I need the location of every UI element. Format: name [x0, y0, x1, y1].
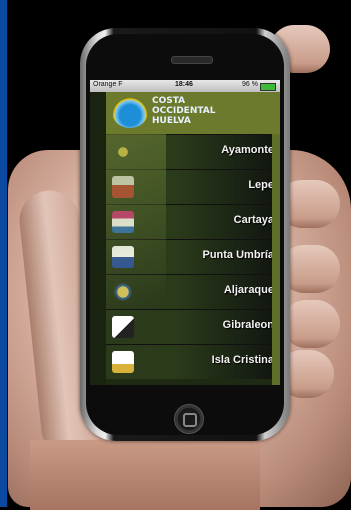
right-rail	[272, 134, 280, 385]
coat-of-arms-gibraleon-icon	[112, 316, 134, 338]
town-item-ayamonte[interactable]: Ayamonte	[106, 134, 280, 169]
coat-of-arms-punta-umbria-icon	[112, 246, 134, 268]
town-item-aljaraque[interactable]: Aljaraque	[106, 274, 280, 309]
sidebar	[90, 92, 106, 385]
town-item-lepe[interactable]: Lepe	[106, 169, 280, 204]
clock: 18:46	[175, 81, 193, 88]
logo-line-3: HUELVA	[152, 116, 191, 126]
town-label: Cartaya	[233, 214, 274, 226]
town-label: Punta Umbría	[202, 249, 274, 261]
town-label: Lepe	[248, 179, 274, 191]
app-view: COSTA OCCIDENTAL HUELVA Ayamonte Lepe Ca…	[90, 92, 280, 385]
town-label: Isla Cristina	[211, 354, 274, 366]
coat-of-arms-isla-cristina-icon	[112, 351, 134, 373]
coat-of-arms-ayamonte-icon	[112, 141, 134, 163]
coat-of-arms-aljaraque-icon	[112, 281, 134, 303]
status-bar: Orange F 18:46 96 %	[90, 80, 280, 92]
town-label: Aljaraque	[223, 284, 274, 296]
wrist	[30, 440, 260, 510]
logo-line-1: COSTA	[152, 96, 186, 106]
town-item-cartaya[interactable]: Cartaya	[106, 204, 280, 239]
coat-of-arms-lepe-icon	[112, 176, 134, 198]
speaker-grille	[171, 56, 213, 64]
home-square-icon	[183, 413, 197, 427]
carrier-label: Orange F	[93, 81, 123, 88]
town-label: Gibraleon	[222, 319, 274, 331]
town-item-isla-cristina[interactable]: Isla Cristina	[106, 344, 280, 379]
battery-percent: 96 %	[242, 81, 258, 88]
home-button[interactable]	[174, 404, 204, 434]
phone-screen: Orange F 18:46 96 % COSTA OCCIDENTAL HUE…	[90, 80, 280, 385]
town-list: Ayamonte Lepe Cartaya Punta Umbría Aljar…	[106, 134, 280, 379]
town-item-punta-umbria[interactable]: Punta Umbría	[106, 239, 280, 274]
finger	[282, 300, 340, 348]
battery-icon	[260, 83, 276, 91]
left-blue-strip	[0, 0, 7, 507]
app-header: COSTA OCCIDENTAL HUELVA	[106, 92, 280, 134]
logo-text: COSTA OCCIDENTAL HUELVA	[152, 96, 216, 126]
coat-of-arms-cartaya-icon	[112, 211, 134, 233]
town-label: Ayamonte	[221, 144, 274, 156]
costa-occidental-logo-icon	[112, 96, 148, 128]
town-item-gibraleon[interactable]: Gibraleon	[106, 309, 280, 344]
logo-line-2: OCCIDENTAL	[152, 106, 216, 116]
